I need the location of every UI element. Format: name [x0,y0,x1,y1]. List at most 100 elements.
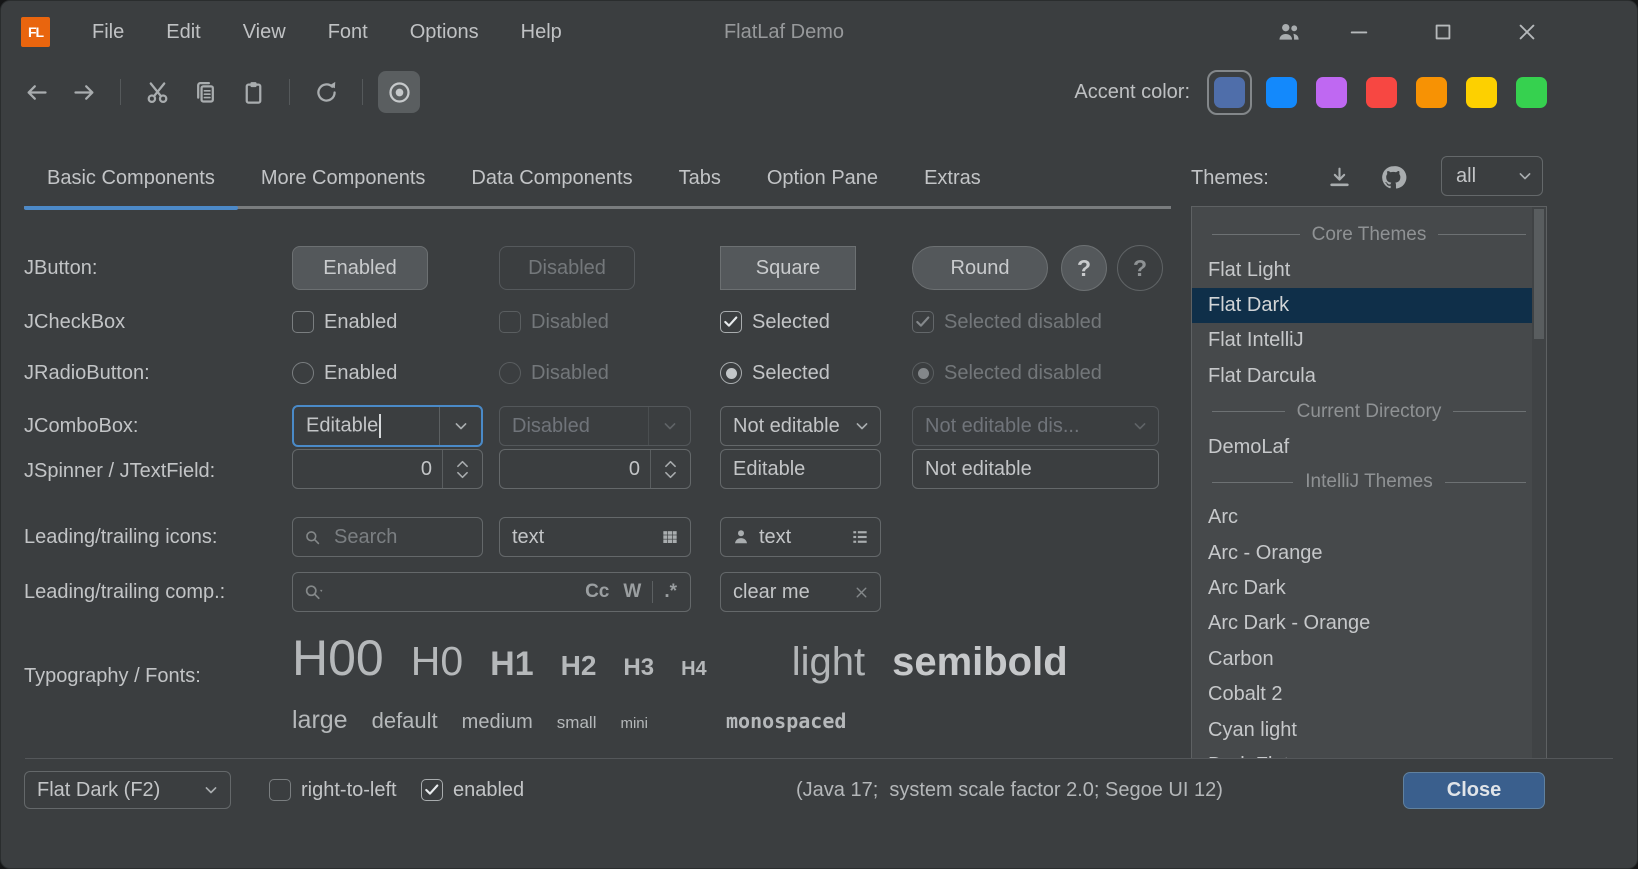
help-button-outline[interactable]: ? [1117,245,1163,291]
right-to-left-checkbox[interactable]: right-to-left [269,775,397,805]
radio-label: Selected [752,362,830,385]
themes-scrollbar[interactable] [1532,207,1546,758]
checkbox-selected[interactable]: Selected [720,307,830,337]
clearable-field[interactable]: clear me [720,572,881,612]
chevron-down-icon [1122,407,1158,445]
textfield-editable[interactable]: Editable [720,449,881,489]
radio-selected[interactable]: Selected [720,358,830,388]
laf-combobox[interactable]: Flat Dark (F2) [24,771,231,809]
textfield-value: Not editable [913,458,1158,481]
chevron-down-icon[interactable] [439,407,481,445]
theme-item-arc-dark-orange[interactable]: Arc Dark - Orange [1192,606,1546,641]
accent-swatch-orange[interactable] [1416,77,1447,108]
theme-item-arc-dark[interactable]: Arc Dark [1192,571,1546,606]
square-button[interactable]: Square [720,246,856,290]
combobox-not-editable[interactable]: Not editable [720,406,881,446]
users-icon [1276,19,1302,45]
combobox-value: Not editable [721,415,844,438]
theme-item-flat-light[interactable]: Flat Light [1192,252,1546,287]
close-button[interactable]: Close [1403,772,1545,809]
copy-button[interactable] [184,71,226,113]
medium-sample: medium [462,711,533,734]
search-placeholder: Search [322,526,482,549]
help-button-filled[interactable]: ? [1061,245,1107,291]
table-icon[interactable] [660,527,680,547]
tab-extras[interactable]: Extras [901,151,1004,210]
accent-swatch-purple[interactable] [1316,77,1347,108]
maximize-icon [1432,21,1454,43]
tab-basic-components[interactable]: Basic Components [24,151,238,210]
spinner-1[interactable]: 0 [292,449,483,489]
spinner-up-down-icon[interactable] [650,450,690,488]
show-hidden-toggle[interactable] [378,71,420,113]
close-icon [1516,21,1538,43]
theme-item-cyan-light[interactable]: Cyan light [1192,712,1546,747]
minimize-button[interactable] [1339,12,1379,52]
textfield-trailing-table[interactable]: text [499,517,691,557]
search-field-with-options[interactable]: Cc W .* [292,572,691,612]
basic-components-panel: JButton: Enabled Disabled Square Round ?… [1,211,1181,761]
paste-button[interactable] [232,71,274,113]
accent-swatch-default[interactable] [1214,77,1245,108]
checkbox-checked-icon [720,311,742,333]
tab-tabs[interactable]: Tabs [656,151,744,210]
github-button[interactable] [1373,157,1413,197]
radio-enabled[interactable]: Enabled [292,358,397,388]
tab-more-components[interactable]: More Components [238,151,449,210]
themes-section-intellij: IntelliJ Themes [1192,465,1546,500]
toolbar [1,63,420,121]
tab-data-components[interactable]: Data Components [448,151,655,210]
match-case-button[interactable]: Cc [578,581,616,603]
forward-button[interactable] [63,71,105,113]
back-button[interactable] [15,71,57,113]
theme-item-arc-orange[interactable]: Arc - Orange [1192,536,1546,571]
whole-word-button[interactable]: W [616,581,648,603]
users-button[interactable] [1269,12,1309,52]
tab-option-pane[interactable]: Option Pane [744,151,901,210]
textfield-leading-person[interactable]: text [720,517,881,557]
checkbox-enabled[interactable]: Enabled [292,307,397,337]
window-close-button[interactable] [1507,12,1547,52]
download-icon [1327,165,1352,190]
theme-item-flat-darcula[interactable]: Flat Darcula [1192,359,1546,394]
theme-item-arc[interactable]: Arc [1192,500,1546,535]
themes-scrollbar-thumb[interactable] [1534,209,1544,339]
search-with-menu-icon[interactable] [303,582,327,602]
theme-item-cobalt-2[interactable]: Cobalt 2 [1192,677,1546,712]
mini-sample: mini [620,715,648,732]
leading-trailing-comp-label: Leading/trailing comp.: [24,577,225,607]
clear-icon[interactable] [853,584,870,601]
spinner-2[interactable]: 0 [499,449,691,489]
theme-item-flat-intellij[interactable]: Flat IntelliJ [1192,323,1546,358]
theme-item-demolaf[interactable]: DemoLaf [1192,429,1546,464]
radio-selected-disabled: Selected disabled [912,358,1102,388]
checkbox-label: Disabled [531,311,609,334]
textfield-value: Editable [721,458,880,481]
accent-swatch-yellow[interactable] [1466,77,1497,108]
radio-label: Disabled [531,362,609,385]
refresh-icon [313,79,340,106]
accent-color-label: Accent color: [1074,81,1190,104]
theme-item-flat-dark[interactable]: Flat Dark [1192,288,1532,323]
enabled-button[interactable]: Enabled [292,246,428,290]
round-button[interactable]: Round [912,246,1048,290]
list-icon[interactable] [850,527,870,547]
radio-label: Enabled [324,362,397,385]
spinner-up-down-icon[interactable] [442,450,482,488]
jbutton-label: JButton: [24,253,97,283]
accent-swatch-blue[interactable] [1266,77,1297,108]
accent-swatch-green[interactable] [1516,77,1547,108]
cut-button[interactable] [136,71,178,113]
download-theme-button[interactable] [1319,157,1359,197]
accent-swatch-red[interactable] [1366,77,1397,108]
maximize-button[interactable] [1423,12,1463,52]
spinner-value: 0 [293,458,442,481]
themes-filter-combobox[interactable]: all [1441,156,1543,196]
enabled-checkbox[interactable]: enabled [421,775,524,805]
theme-item-carbon[interactable]: Carbon [1192,642,1546,677]
combobox-editable[interactable]: Editable [292,405,483,447]
search-icon [303,528,322,547]
refresh-button[interactable] [305,71,347,113]
regex-button[interactable]: .* [657,581,684,603]
search-field[interactable]: Search [292,517,483,557]
